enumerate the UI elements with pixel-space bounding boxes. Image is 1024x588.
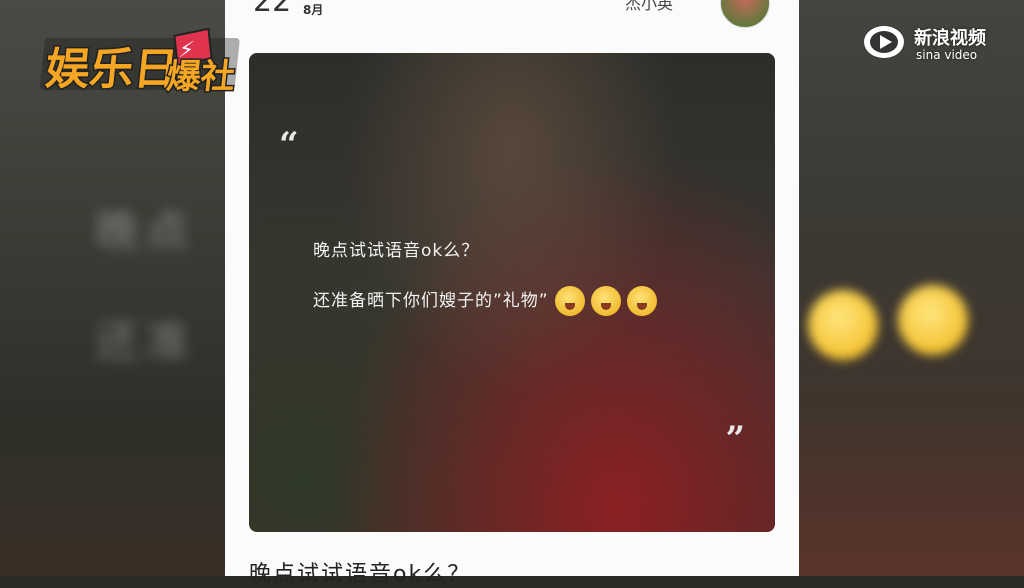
blushing-face-icon [590,286,621,316]
play-eye-icon [864,26,904,58]
sina-brand-cn: 新浪视频 [914,28,986,49]
blurred-text-1: 晚点 [95,206,195,257]
post-date-month: 8月 [303,3,324,17]
close-quote-icon: ” [725,419,745,459]
blurred-text-2: 还准 [95,316,195,367]
background-right-blur [798,0,1024,576]
quote-image[interactable]: “ 晚点试试语音ok么？ 还准备晒下你们嫂子的”礼物” ” [249,53,775,532]
blurred-emoji-1 [808,290,878,360]
sina-brand-en: sina video [916,48,978,62]
post-date-day: 22 [253,0,292,19]
blurred-emoji-2 [898,285,968,355]
svg-text:爆社: 爆社 [165,57,237,97]
sina-video-logo: 新浪视频 sina video [862,18,1002,68]
show-logo: 娱乐日 ⚡ 爆社 [40,28,240,98]
author-name[interactable]: 杰小英 [625,0,673,14]
quote-line-2: 还准备晒下你们嫂子的”礼物” [313,286,657,316]
avatar[interactable] [720,0,770,28]
blushing-face-icon [554,286,585,316]
quote-line-1: 晚点试试语音ok么？ [313,241,480,261]
svg-text:娱乐日: 娱乐日 [43,44,180,95]
post-card: 22 8月 杰小英 “ 晚点试试语音ok么？ 还准备晒下你们嫂子的”礼物” ” … [225,0,799,587]
open-quote-icon: “ [279,125,299,165]
post-caption: 晚点试试语音ok么？ [249,562,472,587]
quote-line-2-text: 还准备晒下你们嫂子的”礼物” [313,291,549,311]
blushing-face-icon [626,286,657,316]
